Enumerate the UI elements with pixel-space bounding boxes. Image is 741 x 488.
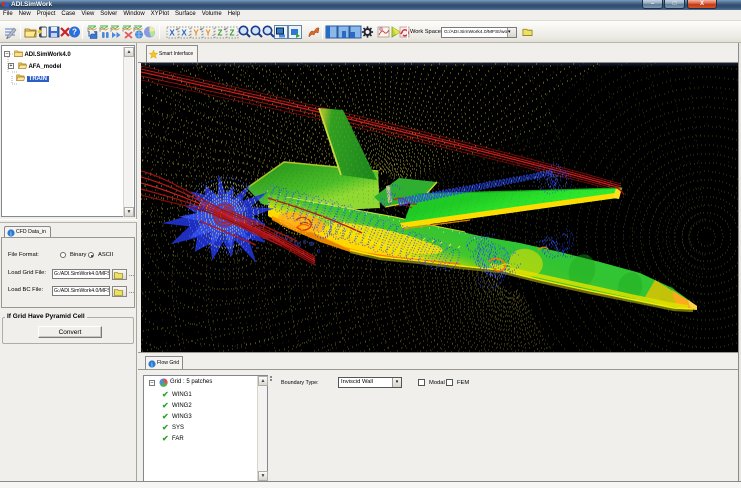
svg-text:Z: Z xyxy=(230,29,235,38)
svg-text:X: X xyxy=(169,29,175,38)
svg-text:?: ? xyxy=(72,28,77,37)
svg-text:Y: Y xyxy=(193,29,199,38)
svg-text:Y: Y xyxy=(205,29,211,38)
svg-text:X: X xyxy=(181,29,187,38)
svg-text:Z: Z xyxy=(218,29,223,38)
